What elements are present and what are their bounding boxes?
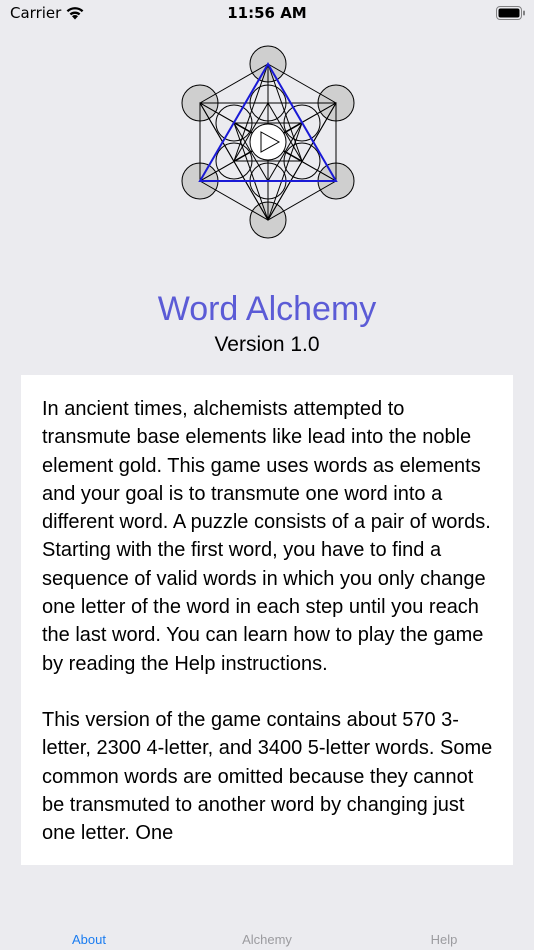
about-paragraph: This version of the game contains about …	[42, 708, 493, 845]
battery-icon	[496, 6, 525, 20]
status-time: 11:56 AM	[227, 4, 307, 22]
metatron-cube-logo	[181, 45, 355, 239]
tab-about[interactable]: About	[29, 932, 149, 947]
about-text-panel[interactable]: In ancient times, alchemists attempted t…	[21, 375, 513, 865]
tab-help[interactable]: Help	[384, 932, 504, 947]
app-title: Word Alchemy	[157, 290, 377, 328]
about-text: In ancient times, alchemists attempted t…	[21, 375, 513, 847]
tab-alchemy[interactable]: Alchemy	[207, 932, 327, 947]
status-bar: Carrier 11:56 AM	[0, 0, 534, 30]
tab-bar: About Alchemy Help	[0, 900, 534, 950]
about-paragraph: In ancient times, alchemists attempted t…	[42, 398, 491, 675]
version-label: Version 1.0	[214, 333, 320, 356]
